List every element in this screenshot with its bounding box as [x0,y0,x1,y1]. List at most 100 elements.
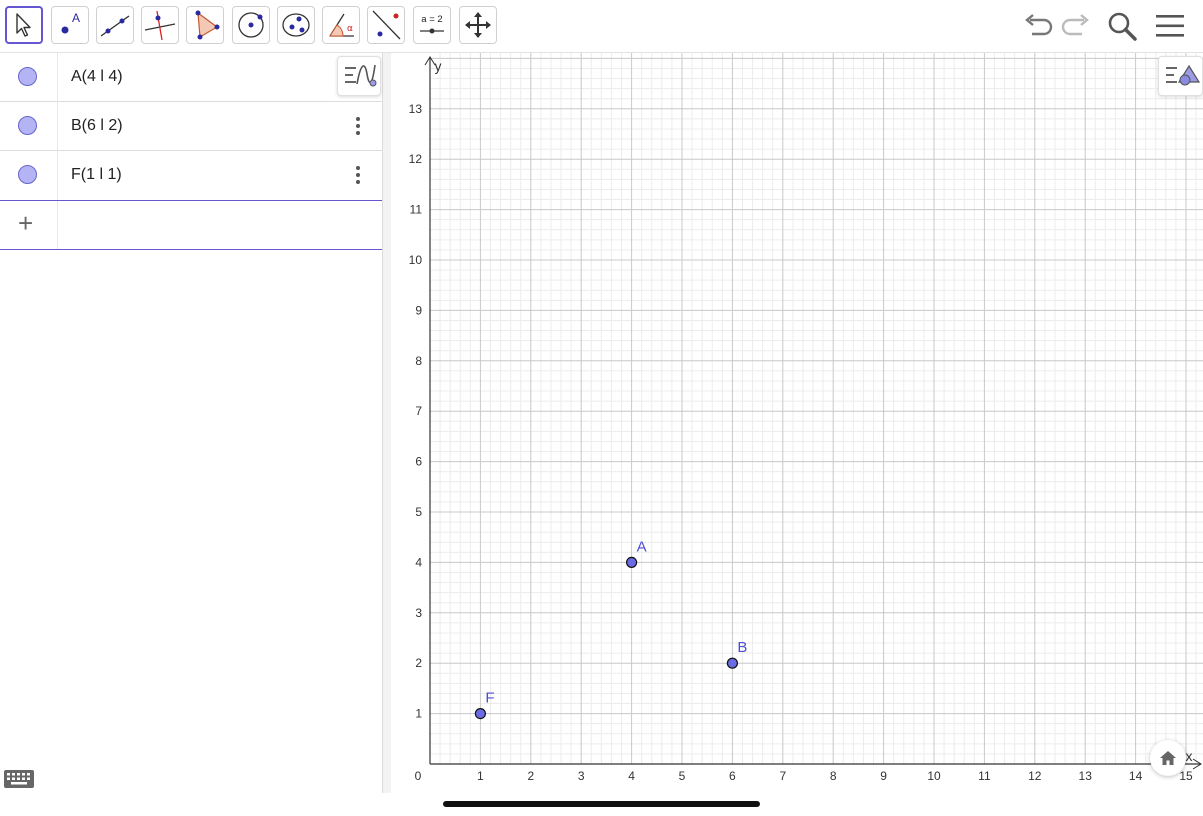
y-tick-label: 10 [409,253,423,267]
style-bar-shapes-icon [1166,64,1201,86]
y-tick-label: 3 [415,606,422,620]
x-tick-label: 3 [578,769,585,783]
point-a[interactable] [626,556,638,568]
slider-tool-button[interactable]: a = 2 [413,6,451,44]
major-grid [430,53,1203,764]
keyboard-icon [4,770,34,788]
plus-icon[interactable]: + [18,210,33,236]
visibility-toggle[interactable] [18,165,37,184]
point-label-f: F [485,690,494,707]
point-label-b: B [737,639,747,656]
standard-view-button[interactable] [1150,740,1186,776]
angle-tool-button[interactable]: α [322,6,360,44]
move-graphics-tool-button[interactable] [459,6,497,44]
polygon-tool-button[interactable] [186,6,224,44]
x-tick-label: 11 [978,769,991,783]
algebra-item-a[interactable]: A(4 l 4) [0,53,382,102]
algebra-item-text[interactable]: B(6 l 2) [71,117,123,135]
y-tick-label: 7 [415,404,422,418]
reflect-tool-button[interactable] [367,6,405,44]
y-tick-label: 13 [409,102,423,116]
line-tool-button[interactable] [96,6,134,44]
search-button[interactable] [1104,8,1140,44]
x-tick-label: 4 [628,769,635,783]
gutter-divider [57,53,58,102]
gutter-divider [57,151,58,200]
algebra-view: A(4 l 4) B(6 l 2) F(1 l 1) + [0,53,382,793]
move-arrows-icon [465,12,491,38]
undo-button[interactable] [1020,8,1056,44]
gutter-divider [57,102,58,151]
perpendicular-line-tool-button[interactable] [141,6,179,44]
y-tick-label: 8 [415,354,422,368]
toolbar: A α a = 2 [0,0,1203,53]
search-icon [1108,12,1137,41]
line-icon [100,15,130,37]
move-tool-button[interactable] [5,6,43,44]
y-tick-label: 5 [415,505,422,519]
y-axis-label: y [435,58,442,74]
x-tick-label: 6 [729,769,736,783]
ellipse-icon [282,13,310,37]
y-tick-label: 11 [410,203,423,217]
algebra-input-row[interactable]: + [0,200,382,250]
home-indicator [443,801,760,807]
keyboard-button[interactable] [4,768,34,790]
x-tick-label: 14 [1129,769,1143,783]
circle-tool-button[interactable] [232,6,270,44]
graphics-style-bar-button[interactable] [1158,56,1203,96]
algebra-style-bar-button[interactable] [337,56,381,96]
y-tick-label: 9 [415,303,422,317]
point-icon: A [61,11,80,34]
y-tick-label: 4 [415,555,422,569]
svg-text:a = 2: a = 2 [421,14,442,25]
x-tick-label: 10 [927,769,941,783]
gutter-divider [57,201,58,249]
y-tick-label: 1 [415,707,422,721]
algebra-item-text[interactable]: F(1 l 1) [71,166,122,184]
x-tick-label: 8 [830,769,837,783]
graphics-view[interactable]: y x 0 1 2 3 4 5 6 7 8 9 10 11 12 13 14 15 1 2 3 4 5 6 7 8 9 10 11 12 1… [390,53,1203,793]
reflect-icon [372,10,401,40]
point-f[interactable] [474,707,487,720]
origin-label: 0 [415,769,422,783]
x-tick-label: 12 [1028,769,1042,783]
y-tick-label: 6 [415,455,422,469]
slider-icon: a = 2 [420,14,444,34]
more-options-icon[interactable] [350,163,366,189]
svg-text:A: A [72,11,80,25]
svg-text:α: α [347,24,353,34]
algebra-item-f[interactable]: F(1 l 1) [0,151,382,200]
algebra-item-b[interactable]: B(6 l 2) [0,102,382,151]
x-tick-label: 13 [1079,769,1093,783]
angle-icon: α [329,13,354,37]
visibility-toggle[interactable] [18,116,37,135]
x-tick-label: 1 [477,769,484,783]
more-options-icon[interactable] [350,114,366,140]
menu-icon [1156,15,1184,37]
visibility-toggle[interactable] [18,67,37,86]
coordinate-plane[interactable]: yx0 1 2 3 4 5 6 7 8 9 10 11 12 13 14 151234567891011121… [390,53,1203,793]
perpendicular-line-icon [144,10,176,41]
undo-icon [1025,14,1053,36]
style-bar-function-icon [345,64,377,87]
home-icon [1160,751,1176,765]
polygon-icon [195,10,220,40]
x-tick-label: 9 [880,769,887,783]
point-tool-button[interactable]: A [51,6,89,44]
x-axis-label: x [1186,748,1193,764]
x-tick-label: 15 [1179,769,1193,783]
x-tick-label: 2 [527,769,534,783]
y-tick-label: 2 [415,656,422,670]
point-label-a: A [637,538,647,555]
point-b[interactable] [726,657,738,669]
cursor-arrow-icon [16,13,31,37]
x-tick-label: 7 [779,769,786,783]
redo-icon [1061,14,1089,36]
algebra-item-text[interactable]: A(4 l 4) [71,68,123,86]
main-menu-button[interactable] [1152,8,1188,44]
redo-button[interactable] [1058,8,1094,44]
ellipse-tool-button[interactable] [277,6,315,44]
x-tick-label: 5 [679,769,686,783]
y-tick-label: 12 [409,152,423,166]
